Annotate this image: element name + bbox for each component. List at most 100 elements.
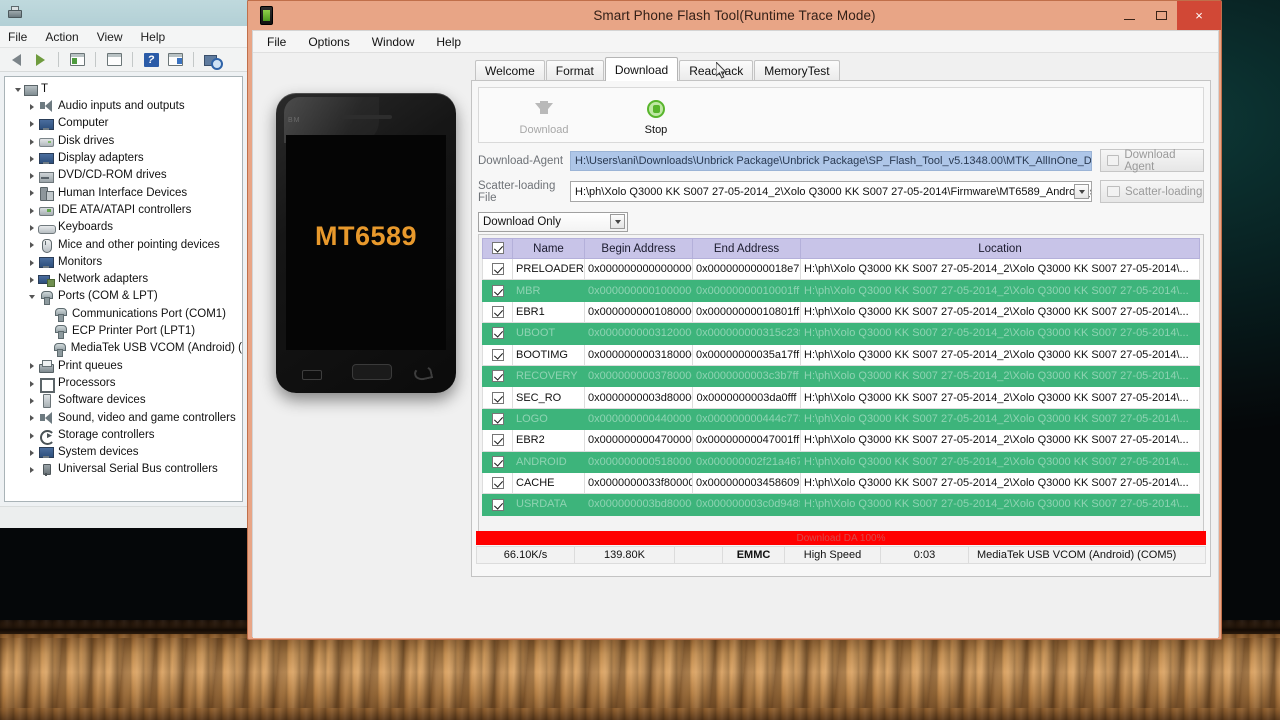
chevron-down-icon[interactable] <box>610 214 625 229</box>
row-checkbox[interactable] <box>491 412 504 425</box>
row-checkbox[interactable] <box>491 306 504 319</box>
tree-item[interactable]: Network adapters <box>5 271 242 288</box>
tree-item[interactable]: MediaTek USB VCOM (Android) ( <box>5 340 242 357</box>
chevron-right-icon[interactable] <box>25 103 38 110</box>
column-header-end-address[interactable]: End Address <box>692 238 801 259</box>
row-checkbox-cell[interactable] <box>482 279 513 302</box>
row-checkbox-cell[interactable] <box>482 386 513 409</box>
menu-options[interactable]: Options <box>308 35 349 49</box>
row-checkbox-cell[interactable] <box>482 343 513 366</box>
download-agent-input[interactable]: H:\Users\ani\Downloads\Unbrick Package\U… <box>570 150 1092 171</box>
row-checkbox-cell[interactable] <box>482 322 513 345</box>
menu-view[interactable]: View <box>97 30 123 44</box>
row-checkbox-cell[interactable] <box>482 450 513 473</box>
table-row[interactable]: RECOVERY 0x0000000003780000 0x0000000003c3… <box>482 364 1200 388</box>
row-checkbox-cell[interactable] <box>482 493 513 516</box>
tree-item[interactable]: Storage controllers <box>5 427 242 446</box>
properties-icon[interactable] <box>67 50 87 69</box>
row-checkbox[interactable] <box>491 284 504 297</box>
show-hidden-icon[interactable] <box>165 50 185 69</box>
tree-item[interactable]: Print queues <box>5 358 242 375</box>
row-checkbox[interactable] <box>491 434 504 447</box>
table-row[interactable]: MBR 0x0000000001000000 0x00000000010001ff H… <box>482 279 1200 302</box>
table-row[interactable]: UBOOT 0x0000000003120000 0x000000000315c23… <box>482 322 1200 345</box>
download-mode-select[interactable]: Download Only <box>478 212 628 232</box>
row-checkbox[interactable] <box>491 263 504 276</box>
column-header-location[interactable]: Location <box>800 238 1200 259</box>
chevron-right-icon[interactable] <box>25 138 38 145</box>
chevron-right-icon[interactable] <box>25 467 38 474</box>
tree-item[interactable]: Sound, video and game controllers <box>5 410 242 427</box>
chevron-right-icon[interactable] <box>25 449 38 456</box>
chevron-right-icon[interactable] <box>25 259 38 266</box>
chevron-right-icon[interactable] <box>25 207 38 214</box>
tree-item[interactable]: Computer <box>5 116 242 133</box>
back-arrow-icon[interactable] <box>6 50 26 69</box>
menu-window[interactable]: Window <box>372 35 415 49</box>
tree-item[interactable]: Software devices <box>5 392 242 409</box>
tree-item[interactable]: Ports (COM & LPT) <box>5 289 242 306</box>
column-header-begin-address[interactable]: Begin Address <box>584 238 693 259</box>
tree-item[interactable]: Universal Serial Bus controllers <box>5 462 242 479</box>
tab-download[interactable]: Download <box>604 57 679 81</box>
scan-hardware-icon[interactable] <box>202 50 223 70</box>
help-icon[interactable]: ? <box>141 50 161 69</box>
row-checkbox[interactable] <box>491 370 504 383</box>
table-row[interactable]: USRDATA 0x000000003bd80000 0x000000003c0d9… <box>482 493 1200 516</box>
maximize-icon[interactable] <box>1145 1 1177 30</box>
close-icon[interactable]: × <box>1177 1 1221 30</box>
chevron-right-icon[interactable] <box>25 397 38 404</box>
table-row[interactable]: ANDROID 0x0000000005180000 0x000000002f21a… <box>482 450 1200 473</box>
chevron-down-icon[interactable] <box>1074 184 1089 199</box>
chevron-right-icon[interactable] <box>25 121 38 128</box>
menu-action[interactable]: Action <box>45 30 78 44</box>
row-checkbox[interactable] <box>491 391 504 404</box>
stop-button[interactable]: Stop <box>625 95 687 136</box>
row-checkbox-cell[interactable] <box>482 257 513 281</box>
tree-item[interactable]: Display adapters <box>5 150 242 167</box>
select-all-checkbox[interactable] <box>491 242 504 255</box>
row-checkbox[interactable] <box>491 348 504 361</box>
table-row[interactable]: SEC_RO 0x0000000003d80000 0x0000000003da0f… <box>482 386 1200 409</box>
row-checkbox-cell[interactable] <box>482 364 513 388</box>
chevron-right-icon[interactable] <box>25 363 38 370</box>
tree-item[interactable]: Monitors <box>5 254 242 271</box>
column-header-name[interactable]: Name <box>512 238 585 259</box>
chevron-right-icon[interactable] <box>25 190 38 197</box>
menu-help[interactable]: Help <box>436 35 461 49</box>
chevron-right-icon[interactable] <box>25 380 38 387</box>
tree-item[interactable]: Communications Port (COM1) <box>5 306 242 323</box>
chevron-down-icon[interactable] <box>11 87 24 92</box>
tab-format[interactable]: Format <box>545 60 604 81</box>
download-button[interactable]: Download <box>513 95 575 136</box>
menu-help[interactable]: Help <box>141 30 166 44</box>
chevron-right-icon[interactable] <box>25 173 38 180</box>
chevron-right-icon[interactable] <box>25 242 38 249</box>
tree-item[interactable]: Audio inputs and outputs <box>5 98 242 115</box>
row-checkbox[interactable] <box>491 327 504 340</box>
tab-memorytest[interactable]: MemoryTest <box>754 60 840 81</box>
row-checkbox-cell[interactable] <box>482 407 513 431</box>
table-row[interactable]: LOGO 0x0000000004400000 0x000000000444c773… <box>482 407 1200 431</box>
tab-welcome[interactable]: Welcome <box>475 60 545 81</box>
table-row[interactable]: CACHE 0x0000000033f80000 0x000000003458609… <box>482 471 1200 495</box>
tree-item[interactable]: T <box>5 81 242 98</box>
scatter-loading-button[interactable]: Scatter-loading <box>1100 180 1204 203</box>
menu-file[interactable]: File <box>8 30 27 44</box>
row-checkbox-cell[interactable] <box>482 471 513 495</box>
device-tree[interactable]: T Audio inputs and outputs Computer Disk dr… <box>4 76 243 502</box>
tree-item[interactable]: DVD/CD-ROM drives <box>5 167 242 184</box>
select-all-header[interactable] <box>482 238 513 259</box>
chevron-right-icon[interactable] <box>25 432 38 439</box>
minimize-icon[interactable] <box>1113 1 1145 30</box>
table-row[interactable]: BOOTIMG 0x0000000003180000 0x00000000035a1… <box>482 343 1200 366</box>
chevron-right-icon[interactable] <box>25 276 38 283</box>
scatter-file-input[interactable]: H:\ph\Xolo Q3000 KK S007 27-05-2014_2\Xo… <box>570 181 1092 202</box>
chevron-right-icon[interactable] <box>25 225 38 232</box>
row-checkbox[interactable] <box>491 477 504 490</box>
chevron-right-icon[interactable] <box>25 155 38 162</box>
table-row[interactable]: PRELOADER 0x0000000000000000 0x00000000000… <box>482 257 1200 281</box>
tree-item[interactable]: Human Interface Devices <box>5 185 242 202</box>
menu-file[interactable]: File <box>267 35 286 49</box>
tree-item[interactable]: System devices <box>5 444 242 461</box>
